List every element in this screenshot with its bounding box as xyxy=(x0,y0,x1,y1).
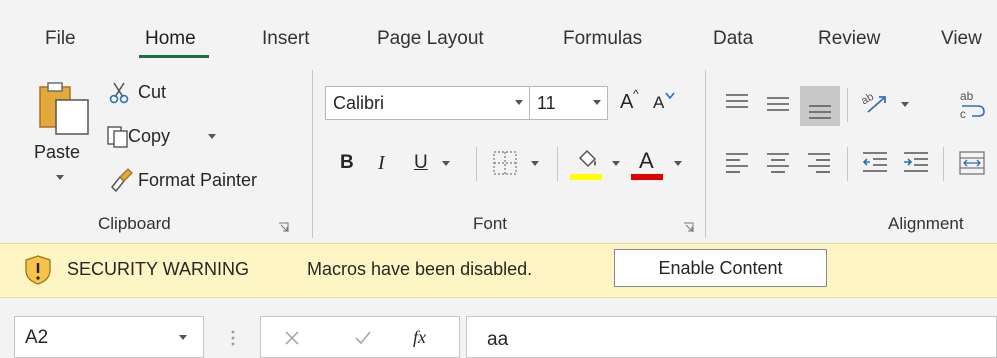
font-name-value: Calibri xyxy=(333,93,385,113)
decrease-indent-icon[interactable] xyxy=(861,150,889,174)
font-name-combo[interactable]: Calibri xyxy=(325,86,530,120)
font-divider xyxy=(557,147,558,181)
clipboard-group-label: Clipboard xyxy=(98,214,171,233)
tab-page-layout[interactable]: Page Layout xyxy=(377,28,484,50)
paste-button[interactable]: Paste xyxy=(34,80,96,182)
svg-text:ab: ab xyxy=(860,91,876,108)
cancel-icon[interactable] xyxy=(283,329,301,347)
alignment-group-label: Alignment xyxy=(888,214,964,233)
copy-dropdown-arrow[interactable] xyxy=(208,134,216,139)
font-size-dropdown-arrow[interactable] xyxy=(593,100,601,105)
cut-label: Cut xyxy=(138,82,167,102)
font-size-value: 11 xyxy=(537,93,556,113)
merge-center-icon[interactable] xyxy=(958,150,986,176)
security-warning-title: SECURITY WARNING xyxy=(67,259,250,279)
font-dialog-launcher-icon[interactable] xyxy=(683,222,694,233)
fill-color-button[interactable] xyxy=(570,146,602,184)
tab-data[interactable]: Data xyxy=(713,28,753,50)
bold-button[interactable]: B xyxy=(340,152,354,174)
formula-value: aa xyxy=(487,329,509,350)
copy-label: Copy xyxy=(128,126,171,146)
font-divider xyxy=(476,147,477,181)
insert-function-button[interactable]: fx xyxy=(413,327,426,348)
formula-input[interactable]: aa xyxy=(466,316,997,358)
font-size-combo[interactable]: 11 xyxy=(529,86,608,120)
italic-button[interactable]: I xyxy=(378,152,385,175)
increase-indent-icon[interactable] xyxy=(902,150,930,174)
underline-button[interactable]: U xyxy=(414,152,428,174)
alignment-divider xyxy=(943,147,944,181)
cut-button[interactable]: Cut xyxy=(106,80,186,106)
borders-dropdown-arrow[interactable] xyxy=(531,161,539,166)
paint-bucket-icon xyxy=(578,149,597,168)
alignment-divider xyxy=(847,88,848,122)
font-color-dropdown-arrow[interactable] xyxy=(674,161,682,166)
font-color-button[interactable]: A xyxy=(631,146,663,184)
align-left-icon[interactable] xyxy=(724,150,750,174)
enable-content-button[interactable]: Enable Content xyxy=(614,249,827,287)
font-color-swatch xyxy=(631,174,663,180)
format-painter-label: Format Painter xyxy=(138,170,258,190)
tab-review[interactable]: Review xyxy=(818,28,880,50)
format-painter-icon xyxy=(110,168,133,193)
bottom-align-button[interactable] xyxy=(800,86,840,126)
align-center-icon[interactable] xyxy=(765,150,791,174)
copy-icon xyxy=(107,126,128,148)
bottom-align-icon xyxy=(809,105,831,119)
alignment-divider xyxy=(847,147,848,181)
fill-color-dropdown-arrow[interactable] xyxy=(612,161,620,166)
splitter-handle-icon[interactable] xyxy=(230,328,236,348)
top-align-icon[interactable] xyxy=(724,92,750,114)
format-painter-button[interactable]: Format Painter xyxy=(104,165,289,195)
middle-align-icon[interactable] xyxy=(765,92,791,114)
align-right-icon[interactable] xyxy=(806,150,832,174)
security-warning-message: Macros have been disabled. xyxy=(307,259,533,279)
orientation-dropdown-arrow[interactable] xyxy=(901,102,909,107)
paste-label: Paste xyxy=(34,142,81,162)
tab-formulas[interactable]: Formulas xyxy=(563,28,642,50)
font-color-icon: A xyxy=(639,148,654,173)
decrease-font-size-button[interactable]: A xyxy=(651,90,679,114)
font-size-decrease-icon: A xyxy=(653,93,665,112)
wrap-text-icon[interactable]: ab c xyxy=(958,88,988,120)
name-box-value: A2 xyxy=(25,327,49,348)
enter-check-icon[interactable] xyxy=(353,329,373,347)
shield-warning-icon xyxy=(25,255,51,285)
scissors-icon xyxy=(109,82,129,104)
svg-text:c: c xyxy=(960,107,966,120)
group-divider xyxy=(312,70,313,238)
formula-buttons: fx xyxy=(260,316,460,358)
tab-file[interactable]: File xyxy=(45,28,76,50)
font-group-label: Font xyxy=(473,214,508,233)
underline-dropdown-arrow[interactable] xyxy=(442,161,450,166)
font-name-dropdown-arrow[interactable] xyxy=(515,100,523,105)
group-divider xyxy=(705,70,706,238)
borders-icon[interactable] xyxy=(492,150,520,176)
increase-font-size-button[interactable]: A ^ xyxy=(618,87,642,114)
font-size-increase-icon: A xyxy=(620,91,634,113)
paste-icon xyxy=(39,82,89,135)
copy-button[interactable]: Copy xyxy=(104,123,224,151)
svg-text:ab: ab xyxy=(960,89,974,103)
name-box[interactable]: A2 xyxy=(14,316,204,358)
name-box-dropdown-arrow[interactable] xyxy=(179,335,187,340)
tab-view[interactable]: View xyxy=(941,28,982,50)
clipboard-dialog-launcher-icon[interactable] xyxy=(278,222,289,233)
paste-dropdown-arrow[interactable] xyxy=(56,175,64,180)
tab-insert[interactable]: Insert xyxy=(262,28,310,50)
active-tab-indicator xyxy=(139,55,209,58)
orientation-icon[interactable]: ab xyxy=(860,88,890,118)
highlight-color-swatch xyxy=(570,174,602,180)
tab-home[interactable]: Home xyxy=(145,28,196,50)
